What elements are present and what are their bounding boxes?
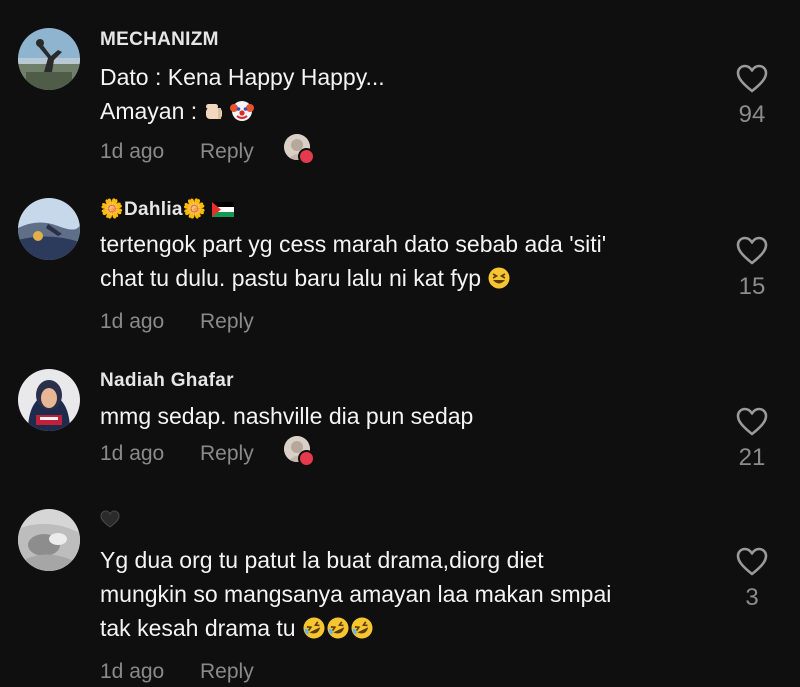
comment-time: 1d ago (100, 140, 165, 163)
comment-text-line: tertengok part yg cess marah dato sebab … (100, 231, 607, 257)
comment-text-line: Yg dua org tu patut la buat drama,diorg … (100, 547, 544, 573)
comment-meta: 1d ago Reply (100, 436, 710, 469)
palestine-flag-icon (212, 200, 235, 224)
comment-text-line: chat tu dulu. pastu baru lalu ni kat fyp (100, 261, 710, 299)
heart-outline-icon (736, 407, 768, 436)
like-count: 94 (738, 101, 766, 128)
black-heart-icon (100, 510, 120, 535)
creator-liked-avatar (284, 134, 315, 165)
avatar[interactable] (18, 369, 80, 431)
avatar[interactable] (18, 28, 80, 90)
clown-emoji (229, 98, 254, 132)
grin-squint-emoji (487, 265, 511, 299)
reply-button[interactable]: Reply (200, 439, 254, 469)
rofl-emoji (302, 615, 326, 649)
thumbs-left-emoji (204, 98, 230, 132)
heart-outline-icon (736, 64, 768, 93)
comment-meta: 1d ago Reply (100, 307, 710, 337)
like-count: 15 (738, 273, 766, 300)
comment-username[interactable]: 🌼Dahlia🌼 (100, 198, 710, 222)
comment-time: 1d ago (100, 442, 165, 465)
rofl-emoji (326, 615, 350, 649)
heart-badge-icon (298, 450, 315, 467)
like-button[interactable]: 94 (726, 64, 778, 129)
rofl-emoji (350, 615, 374, 649)
like-button[interactable]: 15 (726, 236, 778, 301)
comment-text-line: tak kesah drama tu (100, 611, 710, 649)
comment-text-line: mmg sedap. nashville dia pun sedap (100, 403, 474, 429)
comment-text-line: mungkin so mangsanya amayan laa makan sm… (100, 581, 612, 607)
avatar[interactable] (18, 509, 80, 571)
comment-username[interactable]: Nadiah Ghafar (100, 369, 710, 393)
like-button[interactable]: 21 (726, 407, 778, 472)
like-count: 21 (738, 444, 766, 471)
creator-liked-avatar (284, 436, 315, 467)
like-button[interactable]: 3 (726, 547, 778, 612)
comment-text-line: Amayan : (100, 94, 710, 132)
heart-outline-icon (736, 236, 768, 265)
reply-button[interactable]: Reply (200, 307, 254, 337)
comment-meta: 1d ago Reply (100, 134, 710, 167)
comment-username[interactable]: 🖤 (100, 509, 710, 533)
comment-username[interactable]: MECHANIZM (100, 28, 710, 52)
comment-text-line: Dato : Kena Happy Happy... (100, 64, 385, 90)
heart-outline-icon (736, 547, 768, 576)
heart-badge-icon (298, 148, 315, 165)
avatar[interactable] (18, 198, 80, 260)
comment-meta: 1d ago Reply (100, 657, 710, 687)
comment-time: 1d ago (100, 310, 165, 333)
reply-button[interactable]: Reply (200, 137, 254, 167)
like-count: 3 (745, 584, 759, 611)
comment-time: 1d ago (100, 660, 165, 683)
reply-button[interactable]: Reply (200, 657, 254, 687)
